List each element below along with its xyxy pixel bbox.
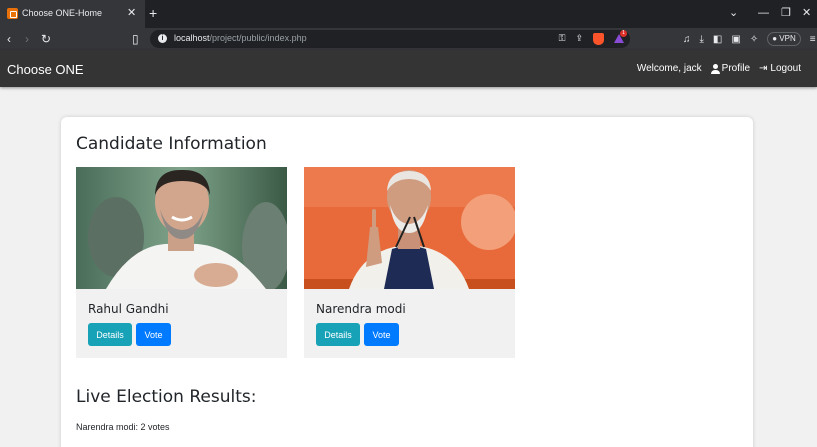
url-path: /project/public/index.php [209, 33, 307, 43]
result-item: Narendra modi: 2 votes [76, 422, 170, 432]
url-text: localhost/project/public/index.php [174, 33, 307, 43]
close-window-icon[interactable]: ✕ [802, 6, 811, 20]
info-icon[interactable]: i [158, 34, 167, 43]
app-navbar: Choose ONE Welcome, jack Profile ⇥ Logou… [0, 50, 817, 87]
candidate-photo [304, 167, 515, 289]
brave-shield-icon[interactable] [593, 33, 604, 45]
sidebar-icon[interactable]: ◧ [713, 34, 722, 45]
candidate-name: Narendra modi [316, 302, 406, 316]
menu-icon[interactable]: ≡ [810, 34, 816, 45]
restore-icon[interactable]: ❐ [781, 6, 791, 20]
vote-button[interactable]: Vote [136, 323, 171, 346]
candidate-section-title: Candidate Information [76, 134, 267, 154]
details-button[interactable]: Details [88, 323, 132, 346]
brand-link[interactable]: Choose ONE [7, 62, 84, 77]
download-icon[interactable]: ⤓ [700, 34, 704, 45]
browser-toolbar: ♫ ⤓ ◧ ▣ ✧ ● VPN ≡ [683, 32, 816, 46]
key-icon[interactable]: ⚿ [559, 33, 566, 45]
rewards-icon[interactable]: 1 [614, 30, 627, 43]
vpn-button[interactable]: ● VPN [767, 32, 801, 46]
close-tab-icon[interactable]: ✕ [127, 6, 136, 20]
tab-title: Choose ONE-Home [22, 8, 103, 18]
rewards-badge: 1 [620, 30, 627, 37]
forward-icon[interactable]: › [25, 32, 29, 46]
main-card: Candidate Information Rahul Gandhi Detai… [61, 117, 753, 447]
user-icon [710, 63, 720, 74]
candidate-photo-image [76, 167, 287, 289]
address-bar-row: ‹ › ↻ ▯ i localhost/project/public/index… [0, 28, 817, 50]
minimize-icon[interactable]: — [758, 6, 769, 20]
vote-button[interactable]: Vote [364, 323, 399, 346]
bookmark-icon[interactable]: ▯ [132, 32, 139, 46]
media-icon[interactable]: ♫ [683, 34, 691, 45]
logout-icon: ⇥ [759, 63, 768, 74]
candidate-photo-image [304, 167, 515, 289]
favicon-icon [7, 8, 18, 19]
details-button[interactable]: Details [316, 323, 360, 346]
new-tab-button[interactable]: + [149, 5, 157, 21]
browser-tab-bar: Choose ONE-Home ✕ + ⌄ — ❐ ✕ [0, 0, 817, 28]
welcome-text: Welcome, jack [636, 63, 702, 74]
profile-label: Profile [721, 63, 751, 74]
candidate-name: Rahul Gandhi [88, 302, 169, 316]
wallet-icon[interactable]: ▣ [731, 34, 740, 45]
chevron-down-icon[interactable]: ⌄ [729, 6, 738, 20]
results-title: Live Election Results: [76, 387, 257, 407]
browser-tab[interactable]: Choose ONE-Home ✕ [0, 0, 145, 28]
back-icon[interactable]: ‹ [7, 32, 11, 46]
candidate-card: Narendra modi Details Vote [304, 167, 515, 358]
logout-link[interactable]: ⇥ Logout [759, 63, 801, 74]
logout-label: Logout [770, 63, 801, 74]
share-icon[interactable]: ⇪ [575, 33, 583, 45]
url-host: localhost [174, 33, 210, 43]
url-field[interactable]: i localhost/project/public/index.php ⚿ ⇪… [150, 30, 630, 48]
vpn-label: VPN [779, 34, 796, 43]
navbar-right: Welcome, jack Profile ⇥ Logout [637, 63, 801, 74]
profile-link[interactable]: Profile [710, 63, 751, 74]
reload-icon[interactable]: ↻ [41, 32, 51, 46]
leo-icon[interactable]: ✧ [750, 34, 758, 45]
candidate-card: Rahul Gandhi Details Vote [76, 167, 287, 358]
candidate-photo [76, 167, 287, 289]
url-actions: ⚿ ⇪ 1 [559, 30, 627, 45]
